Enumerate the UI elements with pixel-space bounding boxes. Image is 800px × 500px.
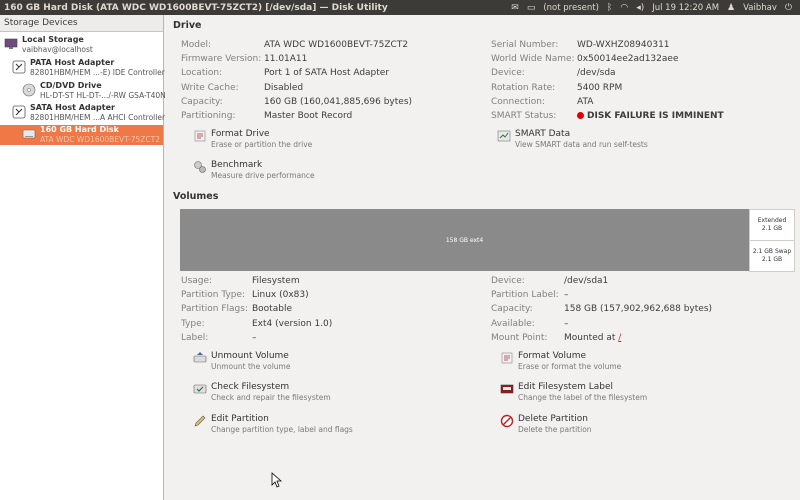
adapter-icon — [12, 105, 26, 119]
smart-data-icon — [497, 130, 511, 142]
volumes-heading: Volumes — [173, 191, 219, 202]
delete-icon — [500, 414, 514, 428]
battery-icon[interactable]: ▭ — [527, 3, 536, 13]
status-dot-icon — [577, 112, 584, 119]
edit-label-icon — [500, 384, 514, 394]
volume-partition-swap[interactable]: 2.1 GB Swap 2.1 GB — [749, 240, 795, 272]
clock[interactable]: Jul 19 12:20 AM — [652, 3, 719, 13]
delete-partition-button[interactable]: Delete Partition Delete the partition — [500, 414, 592, 434]
adapter-icon — [12, 60, 26, 74]
top-panel: 160 GB Hard Disk (ATA WDC WD1600BEVT-75Z… — [0, 0, 800, 15]
sidebar-header: Storage Devices — [0, 15, 163, 32]
user-name[interactable]: Vaibhav — [743, 3, 777, 13]
volume-icon[interactable]: ◂) — [636, 3, 644, 13]
smart-data-button[interactable]: SMART Data View SMART data and run self-t… — [497, 129, 648, 149]
benchmark-button[interactable]: Benchmark Measure drive performance — [193, 160, 315, 180]
smart-failure-text: DISK FAILURE IS IMMINENT — [577, 111, 724, 121]
unmount-icon — [193, 352, 207, 363]
volume-partition-extended[interactable]: Extended 2.1 GB — [749, 209, 795, 241]
drive-model: Model: ATA WDC WD1600BEVT-75ZCT2 — [181, 40, 409, 50]
sidebar-item-cd-dvd-drive[interactable]: CD/DVD Drive HL-DT-ST HL-DT-.../-RW GSA-… — [0, 81, 166, 100]
bluetooth-icon[interactable]: ᛒ — [607, 3, 612, 13]
unmount-volume-button[interactable]: Unmount Volume Unmount the volume — [193, 351, 290, 371]
drive-rotation-rate: Rotation Rate: 5400 RPM — [491, 83, 623, 93]
sidebar-item-local-storage[interactable]: Local Storage vaibhav@localhost — [0, 35, 163, 54]
pencil-icon — [194, 415, 206, 427]
check-filesystem-button[interactable]: Check Filesystem Check and repair the fil… — [193, 382, 331, 402]
window-title: 160 GB Hard Disk (ATA WDC WD1600BEVT-75Z… — [4, 2, 388, 13]
mail-icon[interactable]: ✉ — [511, 3, 519, 13]
check-filesystem-icon — [193, 384, 207, 394]
computer-icon — [4, 38, 18, 49]
mouse-cursor-icon — [271, 472, 283, 488]
drive-heading: Drive — [173, 20, 202, 31]
drive-connection: Connection: ATA — [491, 97, 594, 107]
system-tray: ✉ ▭ (not present) ᛒ ◠ ◂) Jul 19 12:20 AM… — [511, 3, 800, 13]
format-drive-button[interactable]: Format Drive Erase or partition the drive — [193, 129, 312, 149]
edit-filesystem-label-button[interactable]: Edit Filesystem Label Change the label of… — [500, 382, 647, 402]
sidebar-item-sata-host-adapter[interactable]: SATA Host Adapter 82801HBM/HEM ...A AHCI… — [0, 103, 165, 122]
hard-disk-icon — [22, 129, 36, 139]
sidebar-item-pata-host-adapter[interactable]: PATA Host Adapter 82801HBM/HEM ...-E) ID… — [0, 58, 165, 77]
drive-partitioning: Partitioning: Master Boot Record — [181, 111, 353, 121]
user-icon[interactable]: ♟ — [727, 3, 735, 13]
battery-status[interactable]: (not present) — [543, 3, 599, 13]
drive-serial-number: Serial Number: WD-WXHZ08940311 — [491, 40, 670, 50]
storage-devices-sidebar: Storage Devices Local Storage vaibhav@lo… — [0, 15, 166, 500]
drive-smart-status: SMART Status: DISK FAILURE IS IMMINENT — [491, 111, 724, 121]
edit-partition-button[interactable]: Edit Partition Change partition type, lab… — [193, 414, 353, 434]
drive-device: Device:/dev/sda — [491, 68, 616, 78]
drive-write-cache: Write Cache: Disabled — [181, 83, 304, 93]
format-volume-icon — [501, 352, 513, 364]
wifi-icon[interactable]: ◠ — [620, 3, 628, 13]
format-volume-button[interactable]: Format Volume Erase or format the volume — [500, 351, 621, 371]
sidebar-item-160gb-hard-disk[interactable]: 160 GB Hard Disk ATA WDC WD1600BEVT-75ZC… — [0, 125, 163, 145]
drive-capacity: Capacity: 160 GB (160,041,885,696 bytes) — [181, 97, 413, 107]
drive-world-wide-name: World Wide Name: 0x50014ee2ad132aee — [491, 54, 679, 64]
drive-firmware: Firmware Version: 11.01A11 — [181, 54, 308, 64]
format-drive-icon — [194, 130, 206, 142]
benchmark-icon — [194, 161, 206, 173]
optical-drive-icon — [22, 83, 36, 97]
drive-location: Location: Port 1 of SATA Host Adapter — [181, 68, 390, 78]
power-icon[interactable]: ⏻ — [785, 3, 792, 13]
volume-partition-ext4[interactable]: 158 GB ext4 — [180, 209, 749, 271]
mount-point-link[interactable]: / — [618, 333, 621, 343]
